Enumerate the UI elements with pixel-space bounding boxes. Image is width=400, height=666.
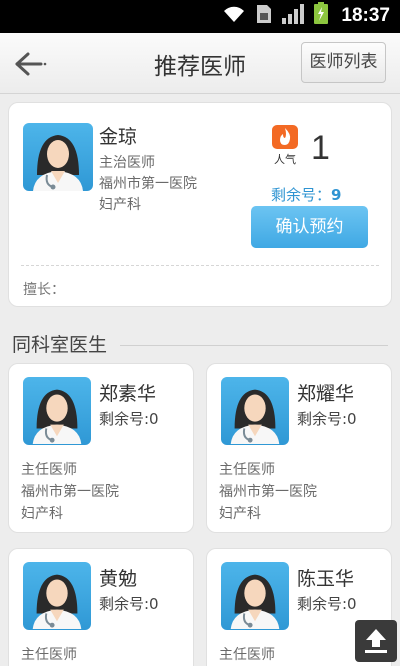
doctor-avatar-icon xyxy=(230,389,280,445)
doctor-avatar xyxy=(221,377,289,445)
doctor-title: 主任医师 xyxy=(21,462,77,478)
popularity-badge: 人气 xyxy=(272,125,298,166)
remaining-slots: 剩余号:0 xyxy=(297,595,357,613)
section-divider xyxy=(120,345,388,346)
doctor-card[interactable]: 郑素华 剩余号:0 主任医师 福州市第一医院 妇产科 xyxy=(8,363,194,533)
section-title: 同科室医生 xyxy=(12,334,108,356)
confirm-appointment-button[interactable]: 确认预约 xyxy=(251,206,368,248)
sim-card-icon xyxy=(256,4,272,28)
doctor-info: 主任医师 福州市第一医院 妇产科 xyxy=(219,459,317,525)
remaining-count: 9 xyxy=(331,186,342,204)
doctor-info: 主治医师 福州市第一医院 妇产科 xyxy=(99,153,197,216)
doctor-avatar xyxy=(23,123,93,191)
popularity-count: 1 xyxy=(311,129,330,167)
remaining-slots: 剩余号：9 xyxy=(271,184,341,205)
doctor-department: 妇产科 xyxy=(99,197,141,213)
doctor-name: 陈玉华 xyxy=(297,568,355,590)
doctor-avatar-icon xyxy=(33,135,83,191)
doctor-title: 主任医师 xyxy=(21,647,77,663)
doctor-list-button[interactable]: 医师列表 xyxy=(301,42,386,83)
doctor-avatar-icon xyxy=(32,574,82,630)
doctor-name: 郑素华 xyxy=(99,383,157,405)
doctor-avatar-icon xyxy=(32,389,82,445)
doctor-title: 主任医师 xyxy=(219,462,275,478)
doctor-department: 妇产科 xyxy=(21,506,63,522)
doctor-avatar xyxy=(221,562,289,630)
status-time: 18:37 xyxy=(341,5,390,26)
scroll-to-top-button[interactable] xyxy=(355,620,397,662)
remaining-label: 剩余号： xyxy=(271,186,332,204)
doctor-hospital: 福州市第一医院 xyxy=(21,484,119,500)
status-bar: 18:37 xyxy=(0,0,400,33)
doctor-name: 郑耀华 xyxy=(297,383,355,405)
status-icons xyxy=(222,2,328,28)
doctor-card[interactable]: 黄勉 剩余号:0 主任医师 xyxy=(8,548,194,666)
flame-icon xyxy=(272,125,298,149)
doctor-info: 主任医师 xyxy=(21,644,77,666)
arrow-up-icon xyxy=(365,629,387,653)
specialty-label: 擅长： xyxy=(23,282,65,298)
doctor-avatar xyxy=(23,562,91,630)
remaining-slots: 剩余号:0 xyxy=(297,410,357,428)
doctor-name: 黄勉 xyxy=(99,568,138,590)
remaining-slots: 剩余号:0 xyxy=(99,595,159,613)
doctor-department: 妇产科 xyxy=(219,506,261,522)
signal-icon xyxy=(282,4,304,28)
doctor-info: 主任医师 福州市第一医院 妇产科 xyxy=(21,459,119,525)
doctor-hospital: 福州市第一医院 xyxy=(99,176,197,192)
popularity-label: 人气 xyxy=(274,153,296,166)
main-doctor-card: 金琼 主治医师 福州市第一医院 妇产科 人气 1 剩余号：9 确认预约 擅长： xyxy=(8,102,392,307)
doctor-name: 金琼 xyxy=(99,126,138,148)
wifi-icon xyxy=(222,4,246,28)
doctor-info: 主任医师 xyxy=(219,644,275,666)
doctor-title: 主任医师 xyxy=(219,647,275,663)
header: 推荐医师 医师列表 xyxy=(0,33,400,94)
doctor-title: 主治医师 xyxy=(99,155,155,171)
remaining-slots: 剩余号:0 xyxy=(99,410,159,428)
doctor-avatar-icon xyxy=(230,574,280,630)
divider xyxy=(21,265,379,266)
doctor-hospital: 福州市第一医院 xyxy=(219,484,317,500)
doctor-avatar xyxy=(23,377,91,445)
doctor-card[interactable]: 郑耀华 剩余号:0 主任医师 福州市第一医院 妇产科 xyxy=(206,363,392,533)
battery-icon xyxy=(314,2,328,28)
